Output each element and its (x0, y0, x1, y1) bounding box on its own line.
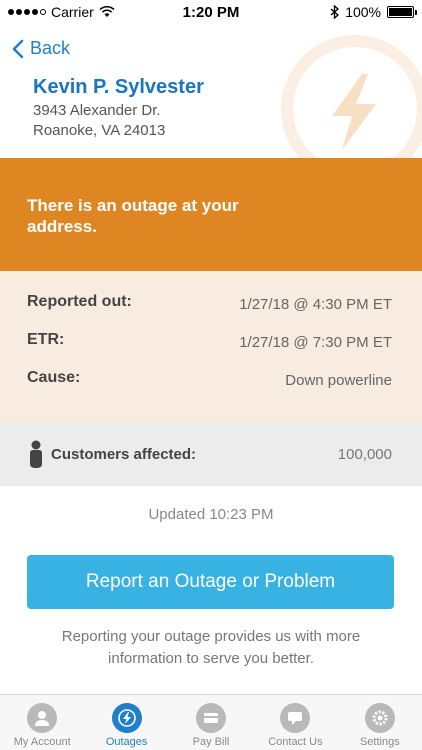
report-outage-button[interactable]: Report an Outage or Problem (27, 555, 394, 609)
customers-affected-label: Customers affected: (51, 446, 197, 463)
battery-percent: 100% (345, 4, 381, 20)
chat-icon (280, 703, 311, 733)
bluetooth-icon (330, 5, 340, 19)
account-header: Back Kevin P. Sylvester 3943 Alexander D… (0, 26, 422, 158)
tab-label: My Account (13, 736, 71, 748)
person-icon (30, 440, 42, 468)
customers-affected-value: 100,000 (337, 446, 392, 463)
address-line1: 3943 Alexander Dr. (33, 102, 161, 119)
cause-value: Down powerline (285, 372, 392, 389)
back-label: Back (30, 38, 71, 58)
tab-label: Settings (359, 736, 400, 748)
bolt-icon (111, 703, 142, 733)
etr-label: ETR: (27, 331, 65, 348)
address-line2: Roanoke, VA 24013 (33, 122, 166, 139)
card-icon (196, 703, 227, 733)
reported-label: Reported out: (27, 293, 132, 310)
tab-my-account[interactable]: My Account (0, 695, 84, 750)
gear-icon (364, 703, 395, 733)
outage-banner: There is an outage at your address. (0, 158, 422, 271)
battery-icon (387, 6, 417, 18)
bolt-watermark-icon (281, 35, 422, 158)
tab-contact-us[interactable]: Contact Us (253, 695, 337, 750)
reported-value: 1/27/18 @ 4:30 PM ET (239, 296, 392, 313)
tab-label: Pay Bill (192, 736, 230, 748)
outage-message: There is an outage at your address. (27, 196, 239, 236)
updated-time: Updated 10:23 PM (148, 506, 274, 523)
tab-label: Outages (105, 736, 148, 748)
tab-bar: My Account Outages Pay Bill Contact Us S… (0, 694, 422, 750)
tab-pay-bill[interactable]: Pay Bill (169, 695, 253, 750)
status-bar: Carrier 1:20 PM 100% (0, 0, 422, 26)
chevron-left-icon (12, 39, 24, 58)
account-icon (27, 703, 58, 733)
reporting-note: Reporting your outage provides us with m… (61, 628, 361, 667)
tab-settings[interactable]: Settings (338, 695, 422, 750)
outage-details: Reported out: 1/27/18 @ 4:30 PM ET ETR: … (0, 271, 422, 422)
customer-name: Kevin P. Sylvester (33, 76, 204, 98)
customers-affected-row: Customers affected: 100,000 (0, 422, 422, 486)
cause-label: Cause: (27, 369, 81, 386)
status-right: 100% (330, 4, 417, 20)
etr-value: 1/27/18 @ 7:30 PM ET (239, 334, 392, 351)
tab-outages[interactable]: Outages (84, 695, 168, 750)
back-button[interactable]: Back (12, 38, 70, 59)
tab-label: Contact Us (268, 736, 323, 748)
